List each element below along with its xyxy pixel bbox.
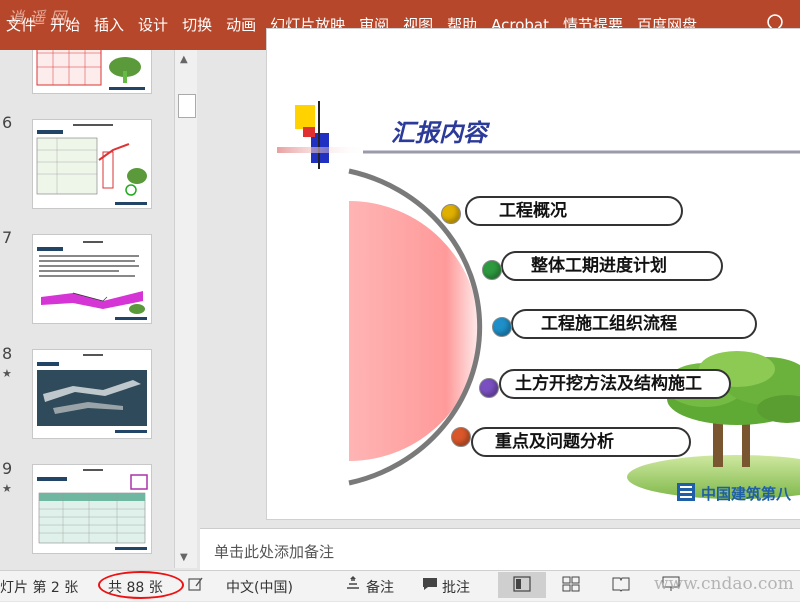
slide-counter: 幻灯片 第 2 张 — [0, 580, 79, 596]
slide-title[interactable]: 汇报内容 — [391, 113, 487, 148]
slide-thumbnail[interactable] — [32, 119, 152, 209]
agenda-item-label: 重点及问题分析 — [495, 432, 614, 452]
thumbnail-pane[interactable]: 6 7 8 ★ 9 ★ — [0, 50, 172, 568]
highlight-circle — [98, 571, 184, 599]
notes-icon[interactable] — [346, 576, 360, 594]
scroll-down-icon[interactable]: ▼ — [180, 552, 188, 563]
slide-thumbnail[interactable] — [32, 349, 152, 439]
agenda-item[interactable]: 整体工期进度计划 — [501, 251, 723, 281]
animation-star-icon: ★ — [2, 367, 12, 380]
comments-icon[interactable] — [422, 577, 438, 595]
tab-insert[interactable]: 插入 — [87, 0, 131, 50]
thumbnail-scrollbar[interactable]: ▲ ▼ — [174, 50, 197, 568]
scroll-up-icon[interactable]: ▲ — [180, 54, 188, 65]
normal-view-button[interactable] — [498, 572, 546, 598]
thumbnail-number: 8 — [2, 344, 13, 363]
bullet-dot-icon — [492, 317, 512, 337]
agenda-item[interactable]: 土方开挖方法及结构施工 — [499, 369, 731, 399]
agenda-item-label: 土方开挖方法及结构施工 — [515, 374, 702, 394]
thumbnail-number: 6 — [2, 113, 13, 132]
spellcheck-icon[interactable] — [188, 576, 204, 596]
agenda-item-label: 工程概况 — [499, 201, 567, 221]
notes-pane[interactable]: 单击此处添加备注 — [200, 528, 800, 571]
bullet-dot-icon — [479, 378, 499, 398]
bullet-dot-icon — [441, 204, 461, 224]
slide-canvas[interactable]: 汇报内容 工程概况 整体工期进度计划 工程施工组织流程 土方开挖方法及结构施工 … — [266, 28, 800, 520]
tab-transitions[interactable]: 切换 — [175, 0, 219, 50]
tab-design[interactable]: 设计 — [131, 0, 175, 50]
agenda-item-label: 工程施工组织流程 — [541, 314, 677, 334]
animation-star-icon: ★ — [2, 482, 12, 495]
thumbnail-number: 9 — [2, 459, 13, 478]
agenda-item[interactable]: 重点及问题分析 — [471, 427, 691, 457]
agenda-item[interactable]: 工程施工组织流程 — [511, 309, 757, 339]
reading-view-icon[interactable] — [612, 576, 630, 596]
notes-placeholder[interactable]: 单击此处添加备注 — [214, 541, 334, 562]
site-watermark: www.cndao.com — [654, 574, 794, 594]
slide-thumbnail[interactable] — [32, 234, 152, 324]
slide-thumbnail[interactable] — [32, 464, 152, 554]
comments-button[interactable]: 批注 — [442, 577, 470, 597]
agenda-item[interactable]: 工程概况 — [465, 196, 683, 226]
company-name: 中国建筑第八 — [701, 485, 792, 503]
thumbnail-number: 7 — [2, 228, 13, 247]
slide-thumbnail[interactable] — [32, 50, 152, 94]
slide-sorter-icon[interactable] — [562, 576, 580, 596]
scroll-thumb[interactable] — [178, 94, 196, 118]
agenda-item-label: 整体工期进度计划 — [531, 256, 667, 276]
bullet-dot-icon — [482, 260, 502, 280]
tab-animations[interactable]: 动画 — [219, 0, 263, 50]
language-indicator[interactable]: 中文(中国) — [226, 577, 293, 597]
bullet-dot-icon — [451, 427, 471, 447]
watermark-logo: 逍 遥 网 — [8, 8, 67, 27]
notes-button[interactable]: 备注 — [366, 577, 394, 597]
